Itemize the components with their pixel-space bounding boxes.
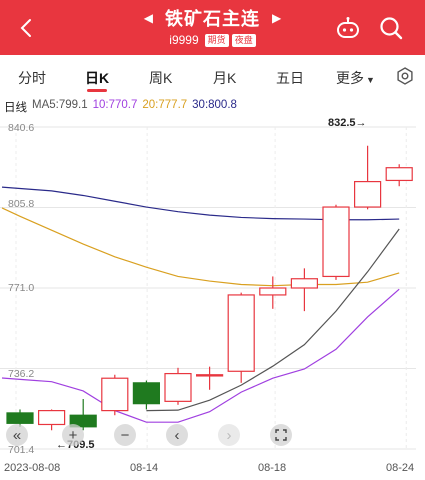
prev-contract-icon[interactable]: ◀	[144, 12, 153, 24]
contract-code: i9999	[169, 33, 199, 47]
candle-up	[101, 377, 129, 412]
scroll-left-button[interactable]: ‹	[166, 424, 188, 446]
zoom-in-button[interactable]: +	[62, 424, 84, 446]
scroll-right-button[interactable]: ›	[218, 424, 240, 446]
y-tick-label: 736.2	[8, 368, 35, 380]
zoom-out-button[interactable]: −	[114, 424, 136, 446]
candle-up	[290, 278, 318, 289]
double-chevron-left-icon: «	[12, 426, 22, 444]
chart-zoom-controls: « + − ‹ ›	[0, 424, 425, 450]
chevron-right-icon: ›	[226, 426, 232, 444]
night-session-badge: 夜盘	[231, 33, 256, 47]
robot-icon	[337, 17, 359, 38]
tab-weekly-k[interactable]: 周K	[149, 68, 172, 88]
search-button[interactable]	[378, 15, 404, 41]
period-tabs: 分时 日K 周K 月K 五日 更多 ▼	[0, 55, 425, 97]
robot-assistant-button[interactable]	[335, 15, 361, 41]
candle-up	[322, 206, 350, 278]
candle-up	[354, 180, 382, 208]
tab-five-day[interactable]: 五日	[276, 68, 304, 88]
ma10-line	[1, 288, 400, 423]
minus-icon: −	[120, 426, 130, 444]
tab-daily-k[interactable]: 日K	[85, 68, 109, 88]
high-annotation: 832.5→	[328, 117, 367, 129]
tab-intraday[interactable]: 分时	[18, 68, 46, 88]
caret-down-icon: ▼	[366, 75, 375, 85]
x-tick-label: 2023-08-08	[4, 462, 61, 474]
candle-down	[6, 412, 34, 424]
ma20-value: 20:777.7	[142, 99, 188, 111]
candle-up	[259, 287, 287, 296]
ma10-value: 10:770.7	[92, 99, 138, 111]
active-tab-indicator	[87, 89, 107, 92]
moving-average-legend: 日线 MA5:799.1 10:770.7 20:777.7 30:800.8	[4, 99, 237, 115]
y-tick-label: 805.8	[8, 198, 35, 210]
candle-up	[37, 410, 66, 426]
fullscreen-button[interactable]	[270, 424, 292, 446]
candle-up	[385, 167, 413, 182]
x-tick-label: 08-14	[130, 462, 159, 474]
next-contract-icon[interactable]: ▶	[272, 12, 281, 24]
candle-up	[196, 374, 224, 377]
candle-up	[227, 294, 255, 372]
futures-badge: 期货	[204, 33, 229, 47]
ma30-value: 30:800.8	[192, 99, 237, 111]
title-block: ◀ 铁矿石主连 ▶ i9999 期货 夜盘	[0, 6, 425, 47]
kline-chart[interactable]	[0, 117, 425, 457]
period-label: 日线	[4, 102, 27, 114]
x-tick-label: 08-18	[258, 462, 287, 474]
y-tick-label: 840.6	[8, 122, 35, 134]
tab-monthly-k[interactable]: 月K	[213, 68, 236, 88]
collapse-left-button[interactable]: «	[6, 424, 28, 446]
chart-settings-button[interactable]	[396, 67, 414, 85]
plus-icon: +	[68, 426, 78, 444]
tab-more[interactable]: 更多 ▼	[336, 68, 375, 88]
ma5-value: MA5:799.1	[32, 99, 88, 111]
candle-down	[132, 382, 160, 405]
fullscreen-icon	[275, 429, 287, 441]
app-header: ◀ 铁矿石主连 ▶ i9999 期货 夜盘	[0, 0, 425, 55]
search-icon	[380, 17, 403, 40]
gear-icon	[397, 67, 413, 85]
candle-up	[164, 372, 192, 402]
x-tick-label: 08-24	[386, 462, 415, 474]
y-tick-label: 771.0	[8, 282, 35, 294]
page-title: 铁矿石主连	[165, 9, 260, 29]
chevron-left-icon: ‹	[174, 426, 180, 444]
